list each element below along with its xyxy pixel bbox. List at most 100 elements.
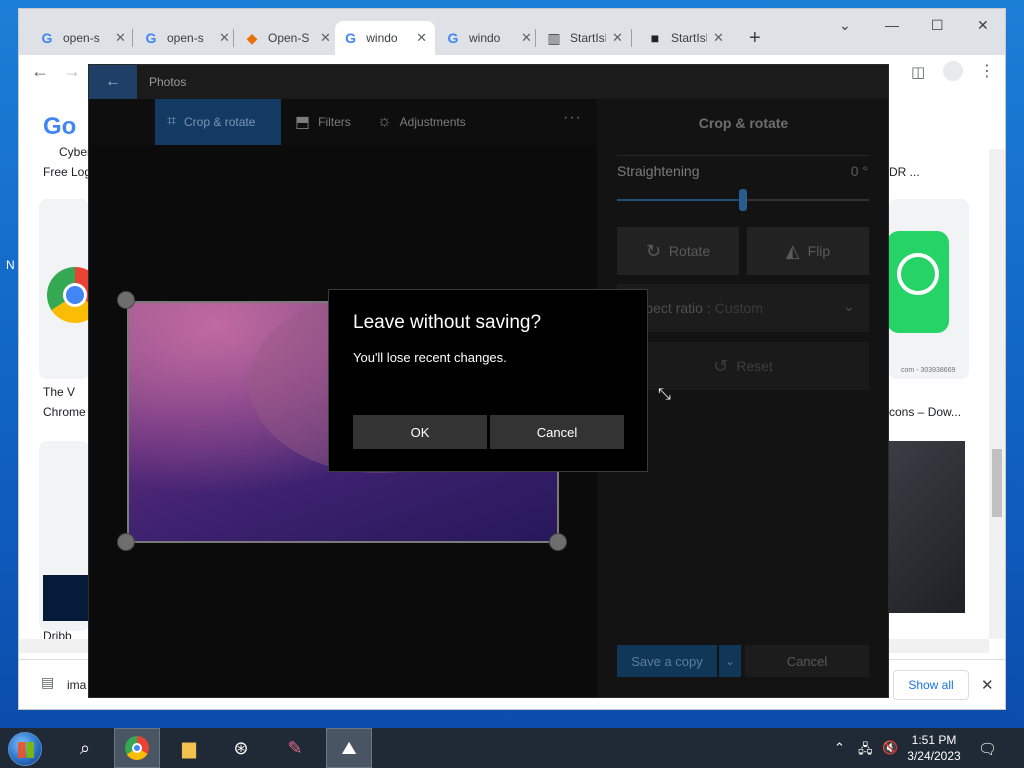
tab-title: StartIsB xyxy=(671,31,707,45)
forward-arrow-icon[interactable]: → xyxy=(63,61,81,82)
browser-tab-4-active[interactable]: G windo ✕ xyxy=(335,21,435,55)
tab-search-icon[interactable]: ⌄ xyxy=(839,17,851,34)
terminal-favicon-icon: ■ xyxy=(650,30,660,46)
browser-tab-3[interactable]: ◆ Open-S ✕ xyxy=(236,21,339,55)
page-favicon-icon: ▥ xyxy=(547,29,561,46)
scroll-thumb[interactable] xyxy=(992,449,1002,517)
volume-muted-icon[interactable]: 🔇 xyxy=(882,740,898,756)
back-arrow-icon[interactable]: ← xyxy=(31,61,49,82)
tab-title: windo xyxy=(366,31,398,45)
save-options-chevron-icon[interactable]: ⌄ xyxy=(719,645,741,677)
google-favicon-icon: G xyxy=(447,30,459,46)
photos-taskbar-icon[interactable]: ⛰ xyxy=(326,728,372,768)
filters-icon: ⬒ xyxy=(295,114,311,131)
cancel-button[interactable]: Cancel xyxy=(490,415,624,449)
flip-button[interactable]: ◭ Flip xyxy=(747,227,869,275)
tab-close-icon[interactable]: ✕ xyxy=(115,30,126,46)
chevron-down-icon: ⌄ xyxy=(843,298,855,314)
ok-button[interactable]: OK xyxy=(353,415,487,449)
tab-close-icon[interactable]: ✕ xyxy=(612,30,623,46)
network-icon[interactable]: 🖧 xyxy=(858,740,873,762)
adjustments-icon: ☼ xyxy=(377,113,392,130)
whatsapp-logo-icon xyxy=(887,231,949,333)
diamond-favicon-icon: ◆ xyxy=(246,29,258,46)
search-icon[interactable]: ⌕ xyxy=(62,728,108,768)
paint-icon[interactable]: ✎ xyxy=(272,728,318,768)
google-logo: Go xyxy=(43,113,77,140)
browser-tab-7[interactable]: ■ StartIsB ✕ xyxy=(639,21,732,55)
close-window-button[interactable]: ✕ xyxy=(977,17,989,34)
browser-tab-1[interactable]: G open-s ✕ xyxy=(31,21,134,55)
browser-tab-6[interactable]: ▥ StartIsB ✕ xyxy=(538,21,631,55)
tab-title: windo xyxy=(469,31,501,45)
profile-avatar-icon[interactable] xyxy=(943,61,963,81)
close-download-bar-icon[interactable]: ✕ xyxy=(981,676,994,694)
clock-date: 3/24/2023 xyxy=(907,749,961,763)
tab-close-icon[interactable]: ✕ xyxy=(219,30,230,46)
tab-label: Crop & rotate xyxy=(184,115,256,129)
new-tab-button[interactable]: + xyxy=(749,27,761,50)
aspect-ratio-dropdown[interactable]: Aspect ratio : Custom ⌄ xyxy=(617,284,869,332)
browser-tab-5[interactable]: G windo ✕ xyxy=(437,21,540,55)
more-options-icon[interactable]: ··· xyxy=(563,109,582,127)
button-label: Flip xyxy=(807,243,831,259)
start-button[interactable] xyxy=(8,732,42,766)
tab-close-icon[interactable]: ✕ xyxy=(320,30,331,46)
crop-handle-bottom-right[interactable] xyxy=(549,533,567,551)
result-title[interactable]: cons – Dow... xyxy=(889,405,961,419)
more-menu-icon[interactable]: ⋮ xyxy=(979,61,995,81)
tab-strip: G open-s ✕ G open-s ✕ ◆ Open-S ✕ G windo… xyxy=(19,9,1005,55)
notifications-icon[interactable]: 🗨 xyxy=(978,740,997,758)
straightening-slider[interactable] xyxy=(617,189,869,211)
show-hidden-icons-icon[interactable]: ⌃ xyxy=(834,740,845,756)
taskbar: ⌕ ▆ ⊛ ✎ ⛰ ⌃ 🖧 🔇 1:51 PM 3/24/2023 🗨 xyxy=(0,728,1024,768)
google-favicon-icon: G xyxy=(145,30,157,46)
result-title[interactable]: Chrome xyxy=(43,405,86,419)
tab-label: Filters xyxy=(318,115,351,129)
download-filename[interactable]: ima xyxy=(67,678,86,692)
side-panel-icon[interactable]: ◫ xyxy=(911,63,925,81)
maximize-button[interactable]: ☐ xyxy=(931,17,944,34)
save-a-copy-button[interactable]: Save a copy xyxy=(617,645,717,677)
google-favicon-icon: G xyxy=(345,30,357,46)
crop-handle-top-left[interactable] xyxy=(117,291,135,309)
tab-close-icon[interactable]: ✕ xyxy=(416,30,427,46)
chrome-taskbar-icon[interactable] xyxy=(114,728,160,768)
system-clock[interactable]: 1:51 PM 3/24/2023 xyxy=(904,732,964,764)
tab-title: open-s xyxy=(63,31,100,45)
cancel-edit-button[interactable]: Cancel xyxy=(745,645,869,677)
straightening-label: Straightening xyxy=(617,163,700,179)
button-label: Reset xyxy=(736,358,773,374)
aspect-ratio-value: Custom xyxy=(714,300,763,316)
tab-close-icon[interactable]: ✕ xyxy=(713,30,724,46)
leave-without-saving-dialog: Leave without saving? You'll lose recent… xyxy=(328,289,648,472)
desktop-icon-label: N xyxy=(6,258,15,272)
tab-title: open-s xyxy=(167,31,204,45)
file-icon: ▤ xyxy=(41,674,55,690)
vertical-scrollbar[interactable] xyxy=(989,149,1005,639)
tab-adjustments[interactable]: ☼ Adjustments xyxy=(377,99,466,145)
dialog-title: Leave without saving? xyxy=(353,312,542,333)
file-explorer-icon[interactable]: ▆ xyxy=(166,728,212,768)
rotate-button[interactable]: ↻ Rotate xyxy=(617,227,739,275)
minimize-button[interactable]: — xyxy=(885,17,899,33)
tab-title: Open-S xyxy=(268,31,310,45)
result-title[interactable]: DR ... xyxy=(889,165,920,179)
browser-tab-2[interactable]: G open-s ✕ xyxy=(135,21,238,55)
slider-thumb[interactable] xyxy=(739,189,747,211)
reset-button[interactable]: ↺ Reset xyxy=(617,342,869,390)
result-title[interactable]: Free Log xyxy=(43,165,91,179)
result-source: The V xyxy=(43,385,76,399)
undo-icon: ↺ xyxy=(713,355,729,376)
edit-command-bar: ⌗ Crop & rotate ⬒ Filters ☼ Adjustments xyxy=(89,99,597,145)
clock-time: 1:51 PM xyxy=(911,733,957,747)
flip-icon: ◭ xyxy=(785,240,800,261)
tab-close-icon[interactable]: ✕ xyxy=(521,30,532,46)
tab-filters[interactable]: ⬒ Filters xyxy=(295,99,351,145)
tab-crop-rotate[interactable]: ⌗ Crop & rotate xyxy=(155,99,281,145)
crop-handle-bottom-left[interactable] xyxy=(117,533,135,551)
back-button[interactable]: ← xyxy=(89,65,137,99)
xbox-icon[interactable]: ⊛ xyxy=(218,728,264,768)
keyboard-image[interactable] xyxy=(887,441,965,613)
show-all-button[interactable]: Show all xyxy=(893,670,969,700)
